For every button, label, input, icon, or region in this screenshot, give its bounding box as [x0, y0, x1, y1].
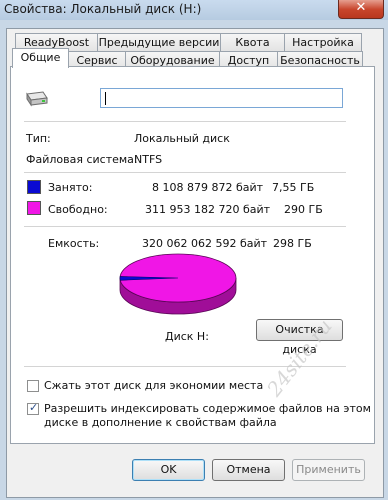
separator — [24, 226, 346, 227]
text-caret — [105, 92, 106, 105]
compress-checkbox[interactable] — [27, 380, 39, 392]
index-label-line1[interactable]: Разрешить индексировать содержимое файло… — [44, 402, 371, 415]
disk-label: Диск H: — [165, 330, 209, 343]
tab-previous-versions[interactable]: Предыдущие версии — [97, 33, 221, 51]
window-title: Свойства: Локальный диск (H:) — [4, 2, 202, 16]
properties-window: Свойства: Локальный диск (H:) ✕ ReadyBoo… — [0, 0, 388, 500]
apply-button[interactable]: Применить — [292, 459, 365, 481]
used-bytes: 8 108 879 872 байт — [152, 181, 264, 194]
type-label: Тип: — [26, 132, 51, 145]
used-space-swatch — [27, 180, 41, 194]
used-size: 7,55 ГБ — [272, 181, 315, 194]
free-bytes: 311 953 182 720 байт — [145, 203, 271, 216]
disk-usage-pie — [119, 253, 237, 315]
title-bar[interactable]: Свойства: Локальный диск (H:) ✕ — [0, 0, 388, 20]
tab-customize[interactable]: Настройка — [284, 33, 362, 51]
checkmark-icon: ✓ — [29, 401, 39, 414]
close-button[interactable]: ✕ — [338, 0, 384, 19]
used-label: Занято: — [48, 181, 93, 194]
filesystem-label: Файловая система: — [26, 153, 138, 166]
free-size: 290 ГБ — [284, 203, 323, 216]
capacity-size: 298 ГБ — [273, 237, 312, 250]
filesystem-value: NTFS — [134, 153, 163, 166]
drive-name-input[interactable] — [100, 88, 343, 108]
separator — [24, 121, 346, 122]
drive-icon — [26, 91, 48, 107]
capacity-label: Емкость: — [48, 237, 100, 250]
ok-button[interactable]: OK — [132, 459, 205, 481]
compress-label[interactable]: Сжать этот диск для экономии места — [44, 379, 263, 392]
free-label: Свободно: — [48, 203, 108, 216]
type-value: Локальный диск — [134, 132, 230, 145]
index-label-line2[interactable]: диске в дополнение к свойствам файла — [44, 416, 277, 429]
separator — [24, 172, 346, 173]
free-space-swatch — [27, 201, 41, 215]
tab-general[interactable]: Общие — [12, 48, 69, 68]
cancel-button[interactable]: Отмена — [212, 459, 285, 481]
index-checkbox[interactable]: ✓ — [27, 401, 39, 415]
tab-quota[interactable]: Квота — [220, 33, 285, 51]
